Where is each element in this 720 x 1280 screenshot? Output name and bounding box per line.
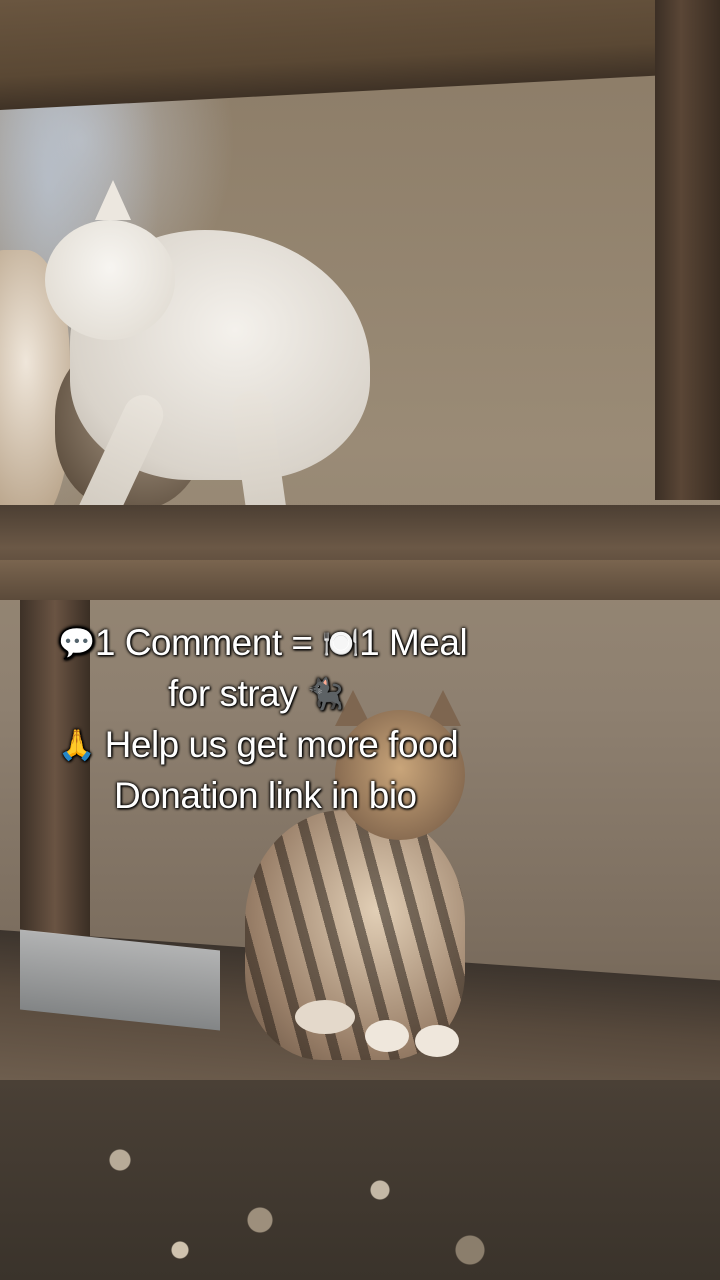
white-cat [40, 180, 370, 543]
caption-text-help: Help us get more food [104, 724, 459, 765]
black-cat-icon: 🐈‍⬛ [306, 677, 344, 712]
upper-wooden-shelf [0, 505, 720, 600]
caption-text-meal: 1 Meal [359, 622, 468, 663]
video-frame[interactable]: 💬1 Comment = 🍽️1 Meal for stray 🐈‍⬛ 🙏 He… [0, 0, 720, 1280]
caption-line-4: Donation link in bio [114, 771, 720, 821]
folded-hands-icon: 🙏 [58, 728, 95, 763]
gravel-ground [0, 1080, 720, 1280]
caption-line-1: 💬1 Comment = 🍽️1 Meal [58, 618, 720, 669]
speech-bubble-icon: 💬 [58, 626, 95, 661]
plate-cutlery-icon: 🍽️ [322, 626, 360, 661]
top-wooden-beam [0, 0, 720, 110]
caption-text-stray: for stray [168, 673, 298, 714]
caption-text-comment: 1 Comment = [94, 622, 323, 663]
caption-overlay: 💬1 Comment = 🍽️1 Meal for stray 🐈‍⬛ 🙏 He… [0, 618, 720, 821]
caption-text-donation: Donation link in bio [114, 775, 417, 816]
caption-line-3: 🙏 Help us get more food [58, 720, 720, 771]
right-wooden-post [655, 0, 720, 500]
caption-line-2: for stray 🐈‍⬛ [168, 669, 720, 720]
